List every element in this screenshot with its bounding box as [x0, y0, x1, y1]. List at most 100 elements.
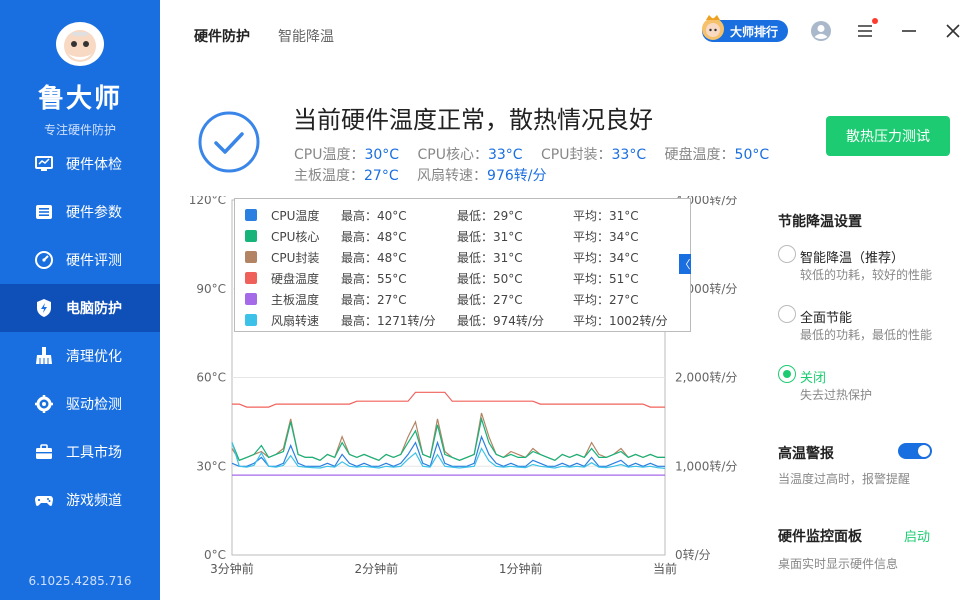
- notification-dot: [872, 18, 878, 24]
- energy-settings-title: 节能降温设置: [778, 214, 862, 230]
- broom-icon: [36, 347, 52, 364]
- legend-min: 最低：31°C: [457, 251, 523, 265]
- legend-swatch: [245, 209, 257, 221]
- sidebar-item-label: 硬件体检: [66, 157, 122, 173]
- y-right-tick-label: 2,000转/分: [675, 370, 737, 385]
- tab-hardware-protection[interactable]: 硬件防护: [194, 26, 250, 46]
- radio-off[interactable]: [778, 365, 796, 383]
- sidebar-item-games[interactable]: 游戏频道: [0, 476, 160, 524]
- legend-row: CPU核心 最高：48°C 最低：31°C 平均：34°C: [235, 226, 690, 247]
- fan-speed-value: 976转/分: [487, 168, 547, 184]
- legend-swatch: [245, 272, 257, 284]
- menu-button[interactable]: [854, 18, 878, 42]
- legend-swatch: [245, 230, 257, 242]
- legend-avg: 平均：34°C: [573, 251, 639, 265]
- option-off-desc: 失去过热保护: [800, 388, 873, 402]
- radio-smart-cooling[interactable]: [778, 245, 796, 263]
- master-avatar-icon: [701, 15, 724, 40]
- version-label: 6.1025.4285.716: [28, 574, 132, 588]
- gamepad-icon: [35, 496, 53, 506]
- sidebar-item-hardware-eval[interactable]: 硬件评测: [0, 236, 160, 284]
- header-actions: 大师排行: [701, 15, 964, 42]
- app-subtitle: 专注硬件防护: [43, 123, 116, 137]
- legend-name: 风扇转速: [271, 314, 320, 328]
- close-icon[interactable]: [942, 20, 964, 42]
- cpu-temp-value: 30°C: [364, 147, 400, 163]
- legend-name: CPU温度: [271, 209, 320, 223]
- tab-smart-cooling[interactable]: 智能降温: [278, 26, 334, 46]
- sidebar-item-hardware-params[interactable]: 硬件参数: [0, 188, 160, 236]
- x-tick-label: 当前: [653, 561, 677, 576]
- legend-row: 风扇转速 最高：1271转/分 最低：974转/分 平均：1002转/分: [235, 310, 690, 331]
- chart-legend: CPU温度 最高：40°C 最低：29°C 平均：31°C CPU核心 最高：4…: [234, 198, 691, 332]
- gear-icon: [35, 395, 53, 413]
- legend-row: 主板温度 最高：27°C 最低：27°C 平均：27°C: [235, 289, 690, 310]
- legend-name: CPU核心: [271, 230, 320, 244]
- legend-collapse-button[interactable]: 〈: [679, 254, 691, 274]
- legend-avg: 平均：34°C: [573, 230, 639, 244]
- monitor-start-link[interactable]: 启动: [904, 526, 930, 545]
- board-temp-value: 27°C: [364, 168, 399, 184]
- high-temp-alarm-toggle[interactable]: [898, 443, 932, 459]
- sidebar-item-hardware-check[interactable]: 硬件体检: [0, 140, 160, 188]
- sidebar-item-label: 游戏频道: [66, 493, 122, 509]
- legend-min: 最低：29°C: [457, 209, 523, 223]
- x-tick-label: 1分钟前: [499, 561, 543, 576]
- master-logo-icon: [56, 22, 104, 66]
- legend-swatch: [245, 251, 257, 263]
- toolbox-icon: [36, 444, 52, 459]
- sidebar-item-driver[interactable]: 驱动检测: [0, 380, 160, 428]
- sidebar-item-label: 电脑防护: [66, 301, 122, 317]
- minimize-icon[interactable]: [898, 20, 920, 42]
- stress-test-button[interactable]: 散热压力测试: [826, 116, 950, 156]
- legend-max: 最高：1271转/分: [341, 314, 436, 328]
- disk-temp-value: 50°C: [734, 147, 770, 163]
- option-smart-cooling-label[interactable]: 智能降温（推荐）: [800, 247, 904, 266]
- monitor-panel-title: 硬件监控面板: [778, 529, 862, 545]
- high-temp-alarm-desc: 当温度过高时，报警提醒: [778, 472, 911, 486]
- x-tick-label: 3分钟前: [210, 561, 254, 576]
- y-left-tick-label: 60°C: [196, 371, 226, 385]
- legend-max: 最高：40°C: [341, 209, 407, 223]
- legend-min: 最低：31°C: [457, 230, 523, 244]
- sidebar-item-label: 工具市场: [66, 445, 122, 461]
- option-full-saving-label[interactable]: 全面节能: [800, 307, 852, 326]
- option-smart-cooling-desc: 较低的功耗，较好的性能: [800, 268, 933, 282]
- status-line-2: 主板温度：27°C 风扇转速：976转/分: [294, 165, 547, 185]
- sidebar: 鲁大师 专注硬件防护 硬件体检 硬件参数 硬件评测 电脑防护 清理优化 驱动检测: [0, 0, 160, 600]
- legend-max: 最高：55°C: [341, 272, 407, 286]
- cpu-core-value: 33°C: [487, 147, 523, 163]
- radio-full-saving[interactable]: [778, 305, 796, 323]
- cpu-package-label: CPU封装：: [541, 147, 612, 163]
- legend-name: 主板温度: [271, 293, 320, 307]
- legend-row: CPU温度 最高：40°C 最低：29°C 平均：31°C: [235, 205, 690, 226]
- user-icon[interactable]: [810, 20, 832, 42]
- app-title: 鲁大师: [37, 84, 122, 114]
- x-tick-label: 2分钟前: [355, 561, 399, 576]
- option-off-label[interactable]: 关闭: [800, 367, 826, 386]
- monitor-icon: [35, 156, 53, 171]
- sidebar-item-cleanup[interactable]: 清理优化: [0, 332, 160, 380]
- disk-temp-label: 硬盘温度：: [664, 147, 735, 163]
- legend-avg: 平均：31°C: [573, 209, 639, 223]
- sidebar-nav: 硬件体检 硬件参数 硬件评测 电脑防护 清理优化 驱动检测 工具市场 游戏频道: [0, 140, 160, 524]
- sidebar-item-label: 清理优化: [66, 349, 122, 365]
- cpu-temp-label: CPU温度：: [294, 147, 365, 163]
- shield-icon: [37, 299, 51, 317]
- cpu-package-value: 33°C: [611, 147, 647, 163]
- legend-max: 最高：27°C: [341, 293, 407, 307]
- sidebar-item-pc-protection[interactable]: 电脑防护: [0, 284, 160, 332]
- legend-swatch: [245, 293, 257, 305]
- rank-button[interactable]: 大师排行: [701, 15, 788, 42]
- legend-swatch: [245, 314, 257, 326]
- option-full-saving-desc: 最低的功耗，最低的性能: [800, 328, 933, 342]
- cpu-core-label: CPU核心：: [417, 147, 488, 163]
- legend-row: CPU封装 最高：48°C 最低：31°C 平均：34°C: [235, 247, 690, 268]
- legend-min: 最低：27°C: [457, 293, 523, 307]
- y-right-tick-label: 1,000转/分: [675, 458, 737, 473]
- speedometer-icon: [35, 251, 53, 269]
- legend-max: 最高：48°C: [341, 230, 407, 244]
- fan-speed-label: 风扇转速：: [417, 168, 488, 184]
- sidebar-item-label: 硬件评测: [66, 253, 122, 269]
- sidebar-item-tools[interactable]: 工具市场: [0, 428, 160, 476]
